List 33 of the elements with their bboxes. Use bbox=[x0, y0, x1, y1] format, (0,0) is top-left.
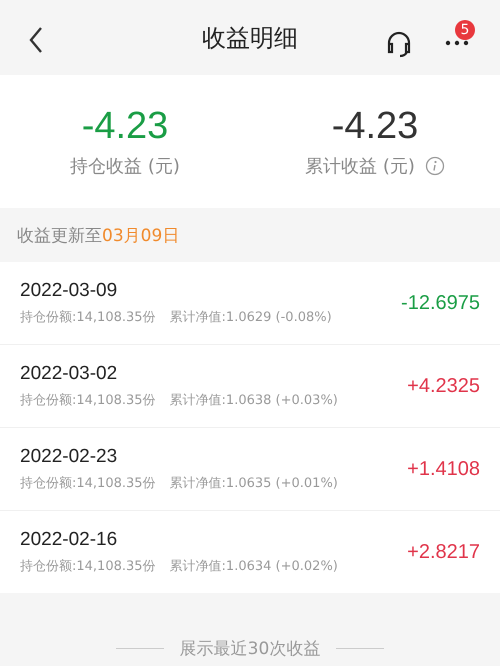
footer-note: 展示最近30次收益 bbox=[180, 638, 320, 660]
more-icon[interactable] bbox=[445, 40, 469, 46]
update-date: 03月09日 bbox=[102, 224, 180, 246]
row-amount: +4.2325 bbox=[407, 374, 480, 398]
update-label: 收益更新至 bbox=[17, 224, 102, 246]
earnings-row[interactable]: 2022-03-09 持仓份额:14,108.35份 累计净值:1.0629 (-0.08%) -12.6975 bbox=[0, 262, 500, 344]
holding-shares: 持仓份额:14,108.35份 bbox=[20, 392, 156, 409]
earnings-row[interactable]: 2022-03-02 持仓份额:14,108.35份 累计净值:1.0638 (+0.03%) +4.2325 bbox=[0, 345, 500, 427]
headset-icon[interactable] bbox=[385, 30, 413, 58]
row-date: 2022-03-02 bbox=[20, 363, 118, 385]
row-amount: -12.6975 bbox=[401, 292, 480, 314]
net-value: 累计净值:1.0638 (+0.03%) bbox=[170, 392, 338, 409]
net-value: 累计净值:1.0629 (-0.08%) bbox=[170, 309, 332, 326]
earnings-label: 累计收益 (元) bbox=[305, 155, 415, 178]
net-value: 累计净值:1.0634 (+0.02%) bbox=[170, 558, 338, 575]
notification-badge: 5 bbox=[455, 20, 475, 40]
page-title: 收益明细 bbox=[202, 22, 298, 54]
back-icon[interactable] bbox=[28, 26, 44, 54]
earnings-label: 持仓收益 (元) bbox=[70, 155, 180, 178]
net-value: 累计净值:1.0635 (+0.01%) bbox=[170, 475, 338, 492]
row-amount: +1.4108 bbox=[407, 458, 480, 480]
earnings-value: -4.23 bbox=[332, 105, 418, 148]
earnings-row[interactable]: 2022-02-23 持仓份额:14,108.35份 累计净值:1.0635 (+0.01%) +1.4108 bbox=[0, 428, 500, 510]
holding-shares: 持仓份额:14,108.35份 bbox=[20, 309, 156, 326]
holding-shares: 持仓份额:14,108.35份 bbox=[20, 558, 156, 575]
earnings-value: -4.23 bbox=[82, 105, 168, 148]
info-icon[interactable] bbox=[424, 156, 445, 176]
earnings-row[interactable]: 2022-02-16 持仓份额:14,108.35份 累计净值:1.0634 (+0.02%) +2.8217 bbox=[0, 511, 500, 593]
row-date: 2022-02-23 bbox=[20, 446, 118, 468]
row-date: 2022-02-16 bbox=[20, 529, 118, 551]
holding-shares: 持仓份额:14,108.35份 bbox=[20, 475, 156, 492]
row-date: 2022-03-09 bbox=[20, 280, 118, 302]
row-amount: +2.8217 bbox=[407, 540, 480, 564]
